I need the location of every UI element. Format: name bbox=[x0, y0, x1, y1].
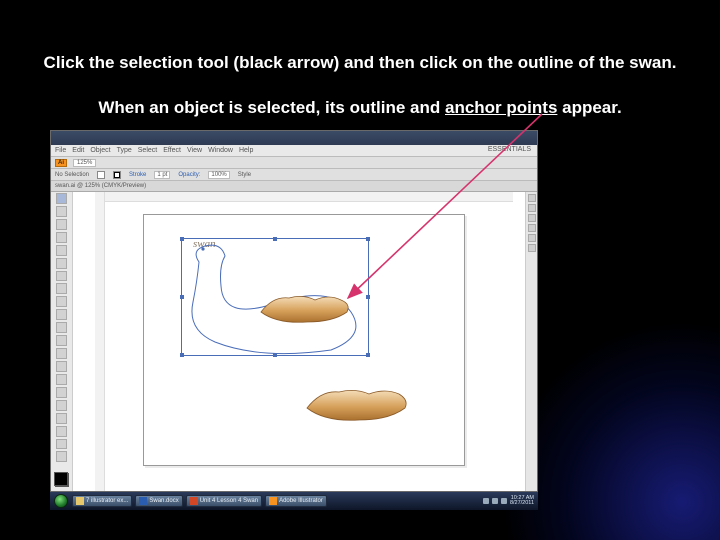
taskbar-item-3[interactable]: Adobe Illustrator bbox=[265, 495, 327, 507]
selection-tool[interactable] bbox=[56, 193, 67, 204]
clock-date: 8/27/2011 bbox=[510, 501, 534, 507]
control-bar-1[interactable]: Ai 125% bbox=[51, 157, 537, 169]
start-button[interactable] bbox=[54, 494, 68, 508]
word-icon bbox=[139, 497, 147, 505]
canvas[interactable]: swan bbox=[73, 192, 525, 491]
panel-button-6[interactable] bbox=[528, 244, 536, 252]
tray-icon-2[interactable] bbox=[492, 498, 498, 504]
swan-wing-upper[interactable] bbox=[259, 292, 351, 324]
windows-taskbar[interactable]: 7 illustrator ex... Swan.docx Unit 4 Les… bbox=[50, 492, 538, 510]
type-tool[interactable] bbox=[56, 258, 67, 269]
selection-state: No Selection bbox=[55, 172, 89, 178]
tray-icon-1[interactable] bbox=[483, 498, 489, 504]
width-tool[interactable] bbox=[56, 374, 67, 385]
menu-file[interactable]: File bbox=[55, 147, 66, 154]
taskbar-item-3-label: Adobe Illustrator bbox=[279, 498, 323, 504]
ruler-vertical[interactable] bbox=[95, 192, 105, 491]
menu-window[interactable]: Window bbox=[208, 147, 233, 154]
folder-icon bbox=[76, 497, 84, 505]
rotate-tool[interactable] bbox=[56, 348, 67, 359]
paintbrush-tool[interactable] bbox=[56, 296, 67, 307]
instruction-line-2-pre: When an object is selected, its outline … bbox=[98, 98, 445, 117]
instruction-line-2-post: appear. bbox=[557, 98, 621, 117]
instruction-line-2-underlined: anchor points bbox=[445, 98, 557, 117]
system-tray[interactable]: 10:27 AM 8/27/2011 bbox=[483, 496, 538, 507]
menu-object[interactable]: Object bbox=[90, 147, 110, 154]
style-label[interactable]: Style bbox=[238, 172, 251, 178]
stroke-swatch[interactable] bbox=[113, 171, 121, 179]
perspective-grid-tool[interactable] bbox=[56, 413, 67, 424]
mesh-tool[interactable] bbox=[56, 426, 67, 437]
menu-select[interactable]: Select bbox=[138, 147, 157, 154]
line-tool[interactable] bbox=[56, 271, 67, 282]
lasso-tool[interactable] bbox=[56, 232, 67, 243]
menu-effect[interactable]: Effect bbox=[163, 147, 181, 154]
control-bar-2[interactable]: No Selection Stroke 1 pt Opacity: 100% S… bbox=[51, 169, 537, 181]
menu-view[interactable]: View bbox=[187, 147, 202, 154]
document-tab-strip[interactable]: swan.ai @ 125% (CMYK/Preview) bbox=[51, 181, 537, 192]
zoom-level[interactable]: 125% bbox=[73, 159, 96, 167]
powerpoint-icon bbox=[190, 497, 198, 505]
stroke-label[interactable]: Stroke bbox=[129, 172, 146, 178]
taskbar-item-1-label: Swan.docx bbox=[149, 498, 178, 504]
panel-button-3[interactable] bbox=[528, 214, 536, 222]
taskbar-item-2-label: Unit 4 Lesson 4 Swan bbox=[200, 498, 258, 504]
illustrator-window: File Edit Object Type Select Effect View… bbox=[50, 130, 538, 492]
taskbar-item-0[interactable]: 7 illustrator ex... bbox=[72, 495, 132, 507]
pen-tool[interactable] bbox=[56, 245, 67, 256]
ruler-horizontal[interactable] bbox=[95, 192, 513, 202]
stroke-proxy[interactable] bbox=[54, 472, 68, 486]
slide: Click the selection tool (black arrow) a… bbox=[0, 0, 720, 540]
fill-swatch[interactable] bbox=[97, 171, 105, 179]
instruction-line-1: Click the selection tool (black arrow) a… bbox=[0, 52, 720, 73]
taskbar-item-1[interactable]: Swan.docx bbox=[135, 495, 182, 507]
panel-button-2[interactable] bbox=[528, 204, 536, 212]
pencil-tool[interactable] bbox=[56, 309, 67, 320]
window-titlebar[interactable] bbox=[51, 131, 537, 145]
rectangle-tool[interactable] bbox=[56, 283, 67, 294]
app-icon[interactable]: Ai bbox=[55, 159, 67, 167]
panel-button-4[interactable] bbox=[528, 224, 536, 232]
scale-tool[interactable] bbox=[56, 361, 67, 372]
fill-stroke-proxy[interactable] bbox=[51, 469, 72, 491]
menu-type[interactable]: Type bbox=[117, 147, 132, 154]
gradient-tool[interactable] bbox=[56, 439, 67, 450]
illustrator-icon bbox=[269, 497, 277, 505]
menu-help[interactable]: Help bbox=[239, 147, 253, 154]
swan-selection[interactable] bbox=[181, 238, 369, 356]
swan-wing-lower[interactable] bbox=[305, 386, 409, 424]
tray-icon-3[interactable] bbox=[501, 498, 507, 504]
panel-dock[interactable] bbox=[525, 192, 537, 491]
panel-button-5[interactable] bbox=[528, 234, 536, 242]
taskbar-clock[interactable]: 10:27 AM 8/27/2011 bbox=[510, 496, 534, 507]
direct-selection-tool[interactable] bbox=[56, 206, 67, 217]
opacity-label[interactable]: Opacity: bbox=[178, 172, 200, 178]
taskbar-item-0-label: 7 illustrator ex... bbox=[86, 498, 128, 504]
eyedropper-tool[interactable] bbox=[56, 451, 67, 462]
instruction-line-2: When an object is selected, its outline … bbox=[0, 98, 720, 118]
panel-button-1[interactable] bbox=[528, 194, 536, 202]
magic-wand-tool[interactable] bbox=[56, 219, 67, 230]
workspace-switcher[interactable]: ESSENTIALS bbox=[488, 146, 531, 153]
opacity-value[interactable]: 100% bbox=[208, 171, 229, 179]
eraser-tool[interactable] bbox=[56, 335, 67, 346]
shape-builder-tool[interactable] bbox=[56, 400, 67, 411]
work-area: swan bbox=[51, 192, 537, 491]
free-transform-tool[interactable] bbox=[56, 387, 67, 398]
blob-brush-tool[interactable] bbox=[56, 322, 67, 333]
tools-panel[interactable] bbox=[51, 192, 73, 491]
taskbar-item-2[interactable]: Unit 4 Lesson 4 Swan bbox=[186, 495, 262, 507]
menu-edit[interactable]: Edit bbox=[72, 147, 84, 154]
menubar[interactable]: File Edit Object Type Select Effect View… bbox=[51, 145, 537, 157]
document-tab[interactable]: swan.ai @ 125% (CMYK/Preview) bbox=[55, 183, 146, 189]
stroke-weight[interactable]: 1 pt bbox=[154, 171, 170, 179]
